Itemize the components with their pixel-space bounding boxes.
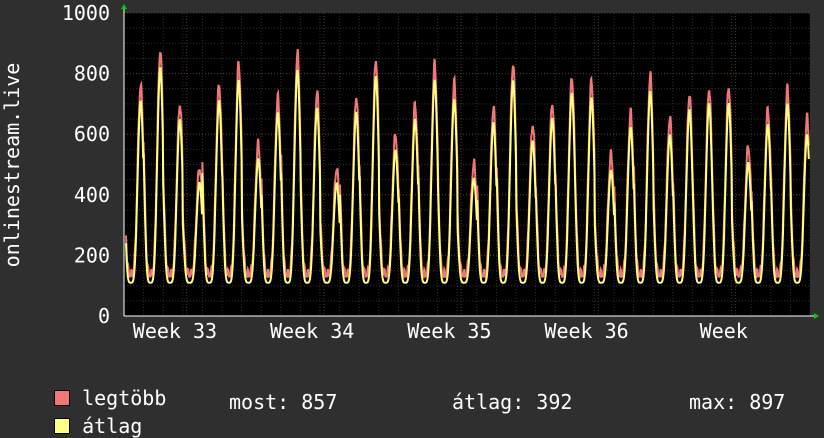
legend-swatch-avg [54,418,71,434]
x-tick-label: Week 36 [544,319,628,343]
y-axis: 0 200 400 600 800 1000 [62,1,127,328]
y-axis-arrow [121,4,127,9]
x-tick-label: Week 34 [270,319,354,343]
y-tick-label: 600 [74,122,110,146]
y-tick-label: 0 [98,304,110,328]
y-tick-label: 800 [74,62,110,86]
x-tick-label: Week 35 [407,319,491,343]
y-tick-label: 1000 [62,1,110,25]
y-axis-label: onlinestream.live [0,63,24,268]
x-axis-arrow [814,313,819,319]
legend-item-avg: átlag [30,390,142,438]
x-tick-label: Week 33 [133,319,217,343]
legend-label-avg: átlag [82,414,143,438]
stat-maximum: max: 897 [689,390,786,414]
x-tick-label: Week [700,319,748,343]
y-tick-label: 200 [74,243,110,267]
stat-current: most: 857 [229,390,338,414]
x-axis: Week 33 Week 34 Week 35 Week 36 Week [124,313,819,343]
y-tick-label: 400 [74,183,110,207]
stat-average: átlag: 392 [452,390,573,414]
